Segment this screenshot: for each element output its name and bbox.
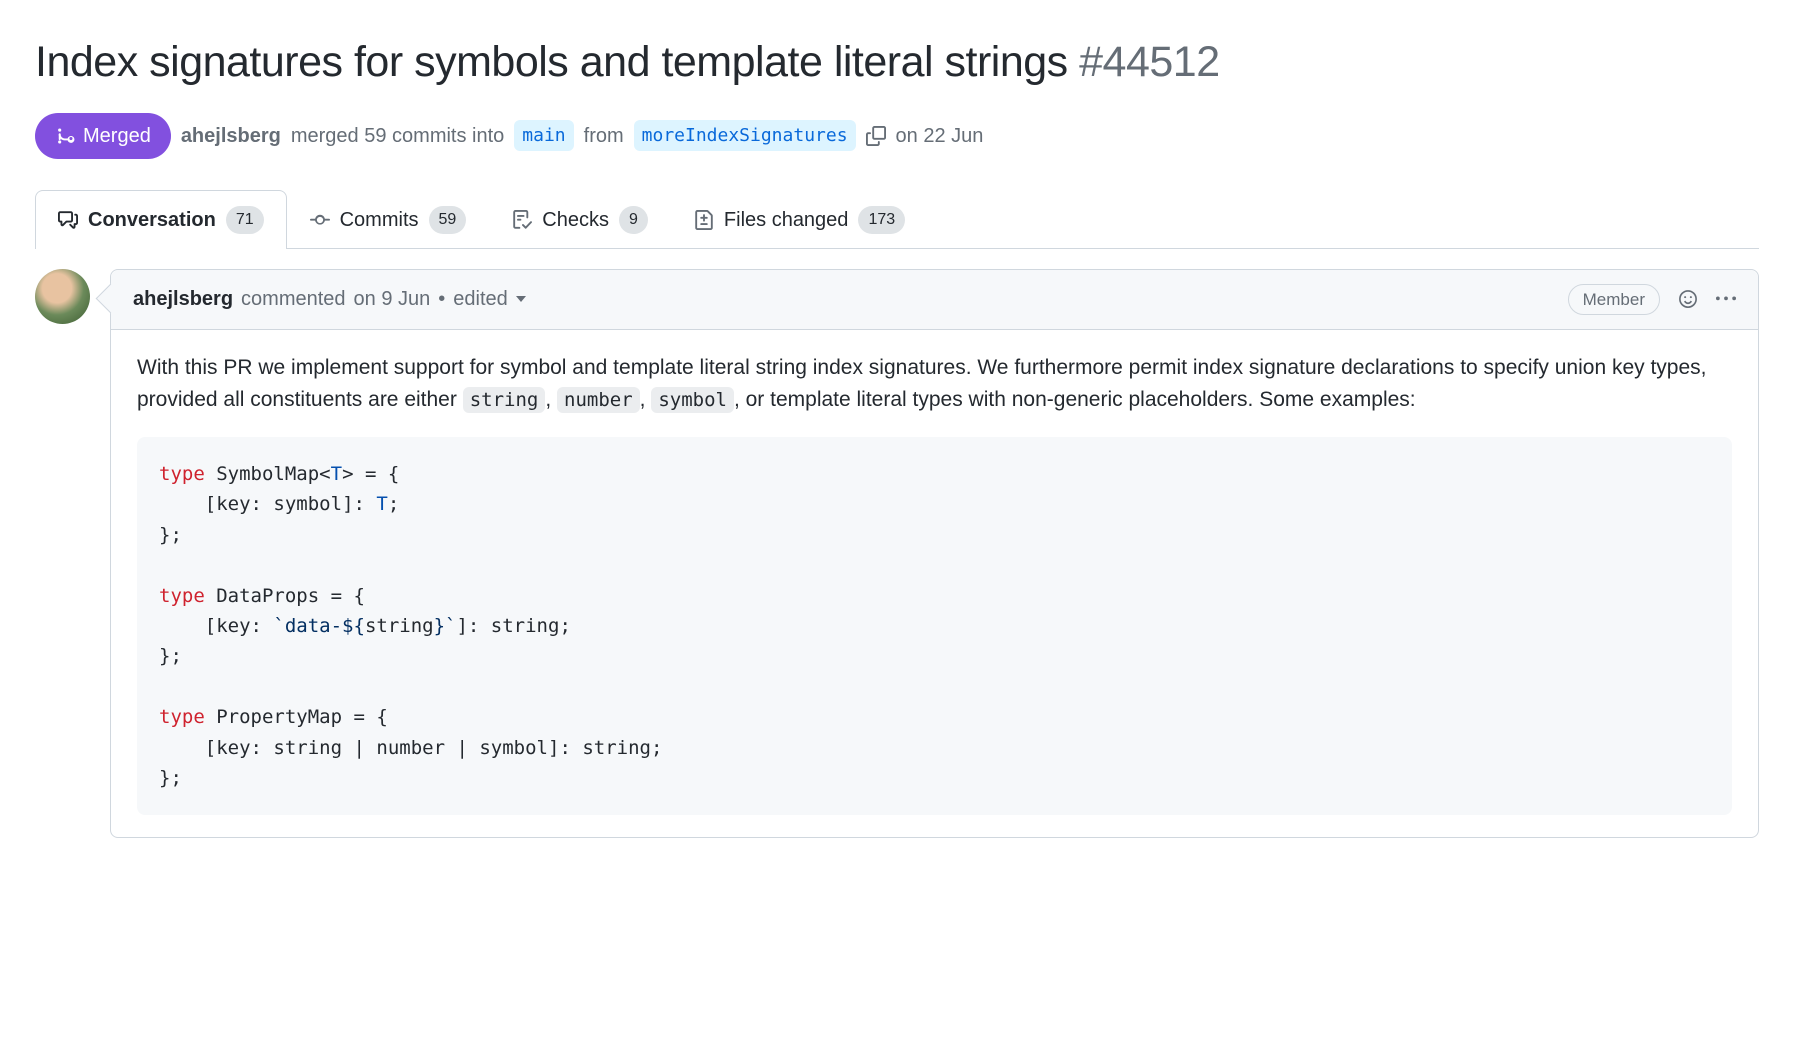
body-paragraph: With this PR we implement support for sy… — [137, 352, 1732, 415]
edited-label[interactable]: edited — [453, 284, 508, 314]
tab-label: Commits — [340, 205, 419, 235]
git-commit-icon — [310, 210, 330, 230]
git-merge-icon — [55, 126, 75, 146]
head-branch[interactable]: moreIndexSignatures — [634, 120, 856, 151]
role-badge: Member — [1568, 284, 1660, 316]
kebab-menu-icon[interactable] — [1716, 289, 1736, 309]
pr-tabs: Conversation 71 Commits 59 Checks 9 File… — [35, 189, 1759, 249]
comment-header: ahejlsberg commented on 9 Jun • edited M… — [111, 270, 1758, 331]
tab-count: 9 — [619, 206, 648, 234]
comment-author[interactable]: ahejlsberg — [133, 284, 233, 314]
comment-verb: commented — [241, 284, 346, 314]
tab-commits[interactable]: Commits 59 — [287, 190, 490, 249]
inline-code: number — [557, 387, 640, 413]
pr-title-text: Index signatures for symbols and templat… — [35, 38, 1068, 86]
tab-label: Files changed — [724, 205, 849, 235]
tab-count: 173 — [858, 206, 905, 234]
tab-conversation[interactable]: Conversation 71 — [35, 190, 287, 249]
pr-subheader: Merged ahejlsberg merged 59 commits into… — [35, 113, 1759, 159]
from-word: from — [584, 121, 624, 151]
state-badge-merged: Merged — [35, 113, 171, 159]
comment-discussion-icon — [58, 210, 78, 230]
comment-body: With this PR we implement support for sy… — [111, 330, 1758, 837]
checklist-icon — [512, 210, 532, 230]
comment-box: ahejlsberg commented on 9 Jun • edited M… — [110, 269, 1759, 839]
pr-number: #44512 — [1079, 38, 1220, 86]
body-text: , — [545, 388, 557, 411]
tab-label: Checks — [542, 205, 609, 235]
emoji-react-icon[interactable] — [1678, 289, 1698, 309]
code-block: type SymbolMap<T> = { [key: symbol]: T; … — [137, 437, 1732, 815]
merge-date: on 22 Jun — [896, 121, 984, 151]
body-text: , or template literal types with non-gen… — [734, 388, 1416, 411]
tab-label: Conversation — [88, 205, 216, 235]
page-title: Index signatures for symbols and templat… — [35, 30, 1759, 95]
avatar[interactable] — [35, 269, 90, 324]
file-diff-icon — [694, 210, 714, 230]
state-label: Merged — [83, 121, 151, 151]
inline-code: string — [463, 387, 546, 413]
inline-code: symbol — [651, 387, 734, 413]
body-text: , — [640, 388, 652, 411]
tab-count: 59 — [429, 206, 467, 234]
tab-checks[interactable]: Checks 9 — [489, 190, 671, 249]
comment-date[interactable]: on 9 Jun — [354, 284, 431, 314]
tab-files-changed[interactable]: Files changed 173 — [671, 190, 928, 249]
copy-branch-icon[interactable] — [866, 126, 886, 146]
base-branch[interactable]: main — [514, 120, 573, 151]
chevron-down-icon[interactable] — [516, 296, 526, 302]
timeline: ahejlsberg commented on 9 Jun • edited M… — [35, 269, 1759, 839]
tab-count: 71 — [226, 206, 264, 234]
merge-author[interactable]: ahejlsberg — [181, 121, 281, 151]
dot-separator: • — [438, 284, 445, 314]
merge-text-before: merged 59 commits into — [291, 121, 504, 151]
